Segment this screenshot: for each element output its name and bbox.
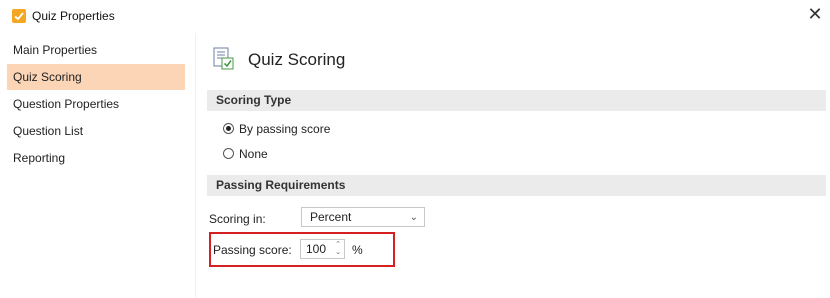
spin-down-icon[interactable]: ⌄ xyxy=(334,249,342,257)
sidebar-item-question-list[interactable]: Question List xyxy=(7,118,185,144)
sidebar-item-reporting[interactable]: Reporting xyxy=(7,145,185,171)
passing-score-input[interactable]: 100 ⌃ ⌄ xyxy=(300,239,345,259)
passing-score-label: Passing score: xyxy=(213,243,292,257)
radio-button-checked[interactable] xyxy=(223,123,234,134)
sidebar-item-main-properties[interactable]: Main Properties xyxy=(7,37,185,63)
radio-label: None xyxy=(239,147,268,161)
window-title: Quiz Properties xyxy=(32,9,115,23)
main-panel: Quiz Scoring Scoring Type By passing sco… xyxy=(204,33,830,298)
sidebar-item-quiz-scoring[interactable]: Quiz Scoring xyxy=(7,64,185,90)
scoring-in-select[interactable]: Percent ⌄ xyxy=(301,207,425,227)
quiz-properties-window: Quiz Properties ✕ Main Properties Quiz S… xyxy=(0,0,830,298)
radio-button-unchecked[interactable] xyxy=(223,148,234,159)
sidebar-divider xyxy=(195,33,196,298)
close-icon[interactable]: ✕ xyxy=(804,4,826,26)
section-header-passing-requirements: Passing Requirements xyxy=(207,175,826,196)
page-title: Quiz Scoring xyxy=(248,50,346,69)
percent-unit: % xyxy=(352,243,363,257)
passing-score-value: 100 xyxy=(306,242,327,256)
section-header-scoring-type: Scoring Type xyxy=(207,90,826,111)
chevron-down-icon[interactable]: ⌄ xyxy=(410,209,418,227)
spin-up-icon[interactable]: ⌃ xyxy=(334,241,342,249)
scoring-in-label: Scoring in: xyxy=(209,212,266,226)
title-bar: Quiz Properties ✕ xyxy=(0,0,830,32)
sidebar-item-question-properties[interactable]: Question Properties xyxy=(7,91,185,117)
scoring-in-value: Percent xyxy=(310,210,352,224)
sidebar: Main Properties Quiz Scoring Question Pr… xyxy=(0,33,196,298)
quiz-scoring-page-icon xyxy=(213,47,235,71)
radio-label: By passing score xyxy=(239,122,331,136)
checkbox-app-icon xyxy=(12,9,26,23)
